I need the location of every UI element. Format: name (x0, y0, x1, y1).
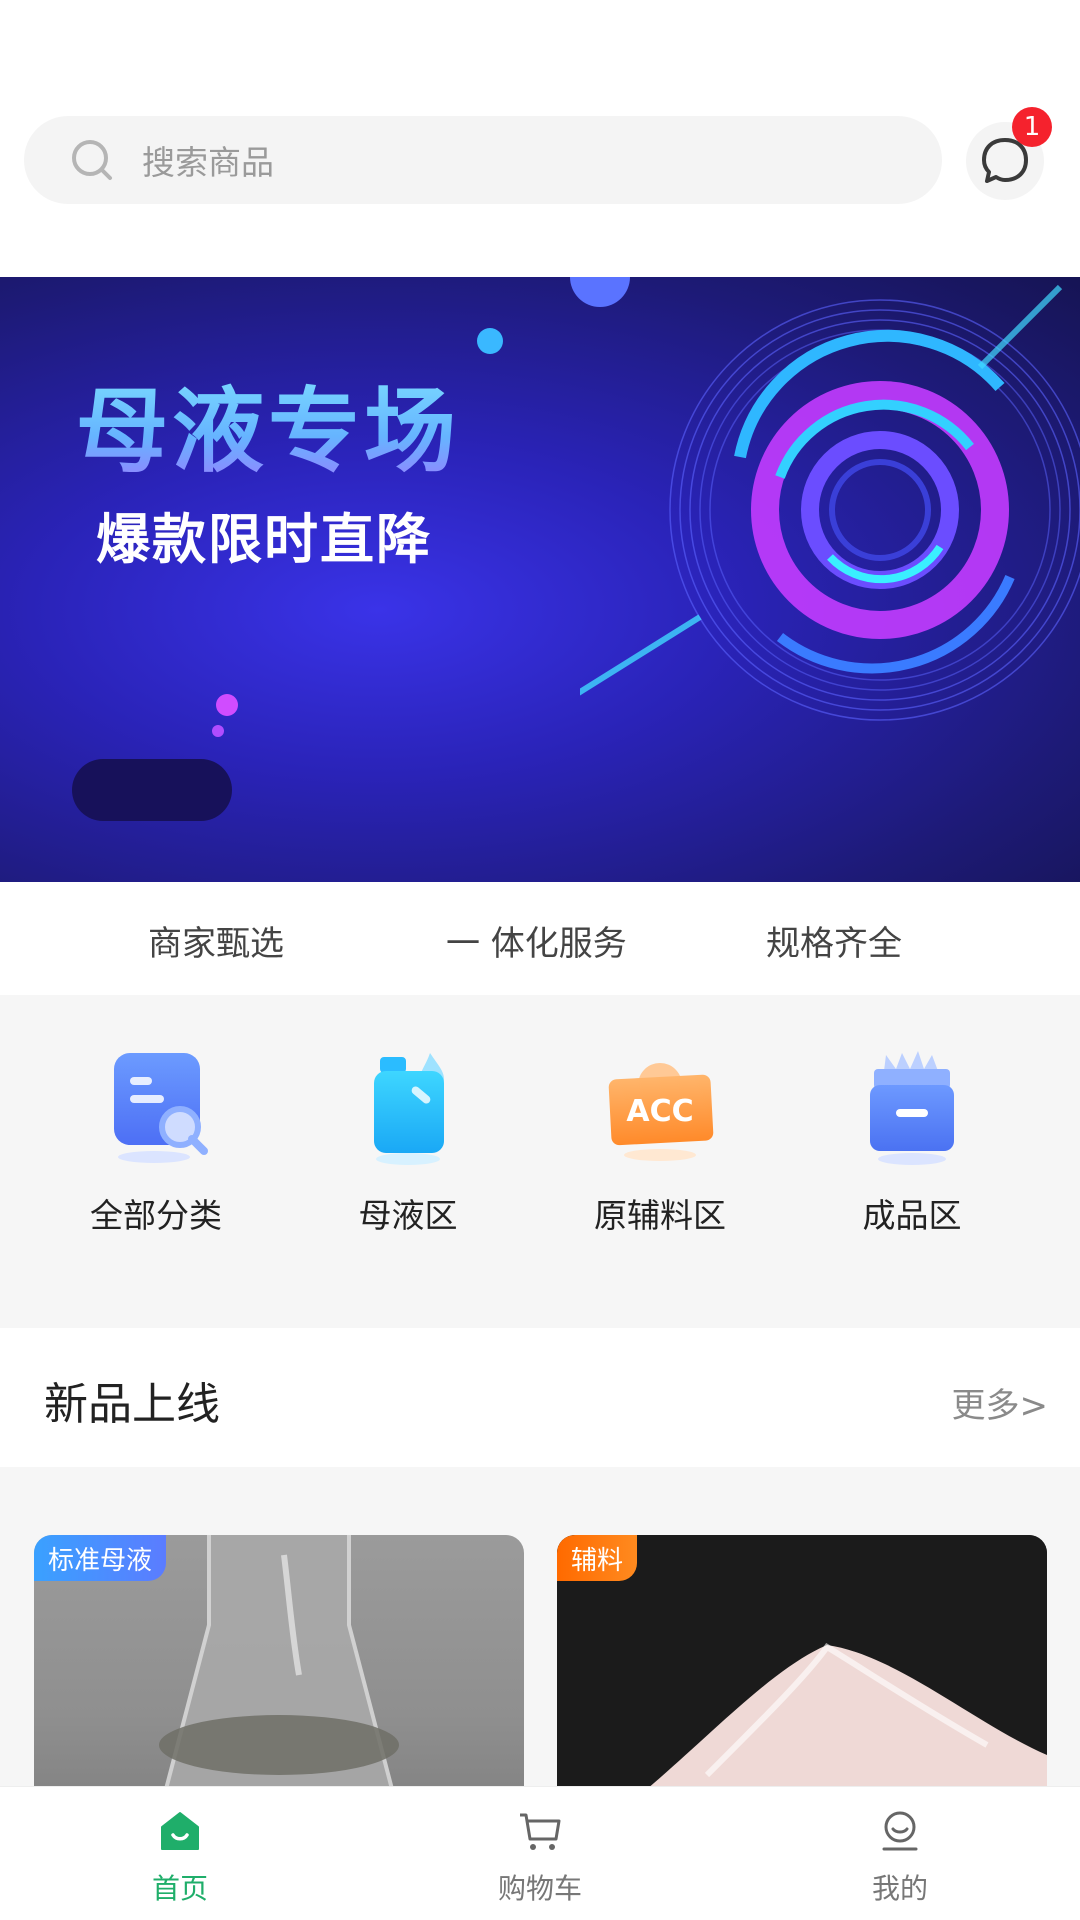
banner-action-pill[interactable] (72, 759, 232, 821)
category-label: 母液区 (358, 1196, 458, 1235)
category-label: 原辅料区 (594, 1196, 726, 1235)
nav-profile[interactable]: 我的 (800, 1807, 1000, 1917)
category-grid: 全部分类 母液区 ACC 原辅料区 成品区 (0, 995, 1080, 1328)
search-input[interactable]: 搜索商品 (24, 116, 942, 204)
home-page: 搜索商品 1 母液专场 爆款限时直降 商家甄选 一 体化服务 规格齐全 全部分类… (0, 0, 1080, 1920)
banner-dot-2 (477, 328, 503, 354)
category-label: 成品区 (862, 1196, 962, 1235)
search-icon (72, 140, 112, 180)
home-icon (161, 1812, 199, 1850)
banner-title: 母液专场 (76, 357, 460, 490)
feature-text: 商家甄选 (148, 923, 284, 964)
product-tag: 辅料 (557, 1535, 638, 1581)
liquid-bottle-icon (374, 1053, 444, 1165)
banner-subtitle: 爆款限时直降 (96, 508, 432, 571)
profile-icon (882, 1811, 918, 1851)
bottom-nav: 首页 购物车 我的 (0, 1786, 1080, 1920)
banner-ring-graphic (580, 284, 1080, 721)
acc-materials-icon: ACC (608, 1063, 714, 1161)
feature-text: 规格齐全 (766, 923, 902, 964)
product-tag: 标准母液 (34, 1535, 167, 1581)
section-title: 新品上线 (44, 1379, 220, 1430)
search-placeholder: 搜索商品 (142, 143, 274, 182)
category-liquid[interactable]: 母液区 (298, 1047, 518, 1247)
category-finished[interactable]: 成品区 (802, 1047, 1022, 1247)
nav-label: 我的 (871, 1872, 928, 1905)
message-badge: 1 (1012, 107, 1052, 147)
nav-home[interactable]: 首页 (80, 1807, 280, 1917)
category-all[interactable]: 全部分类 (46, 1047, 266, 1247)
nav-label: 购物车 (497, 1872, 582, 1905)
feature-text: 一 体化服务 (446, 923, 627, 964)
more-link[interactable]: 更多> (952, 1378, 1049, 1427)
category-raw-materials[interactable]: ACC 原辅料区 (550, 1047, 770, 1247)
new-arrivals-header: 新品上线 更多> (0, 1330, 1080, 1467)
banner-dot-1 (570, 277, 630, 307)
feature-strip: 商家甄选 一 体化服务 规格齐全 (0, 900, 1080, 980)
category-label: 全部分类 (90, 1196, 222, 1235)
product-box-icon (870, 1051, 954, 1165)
promo-banner[interactable]: 母液专场 爆款限时直降 (0, 277, 1080, 882)
nav-cart[interactable]: 购物车 (440, 1807, 640, 1917)
banner-dot-3 (212, 694, 238, 737)
cart-icon (520, 1813, 561, 1850)
nav-label: 首页 (151, 1872, 208, 1905)
category-search-icon (114, 1053, 208, 1163)
svg-text:ACC: ACC (626, 1094, 693, 1129)
